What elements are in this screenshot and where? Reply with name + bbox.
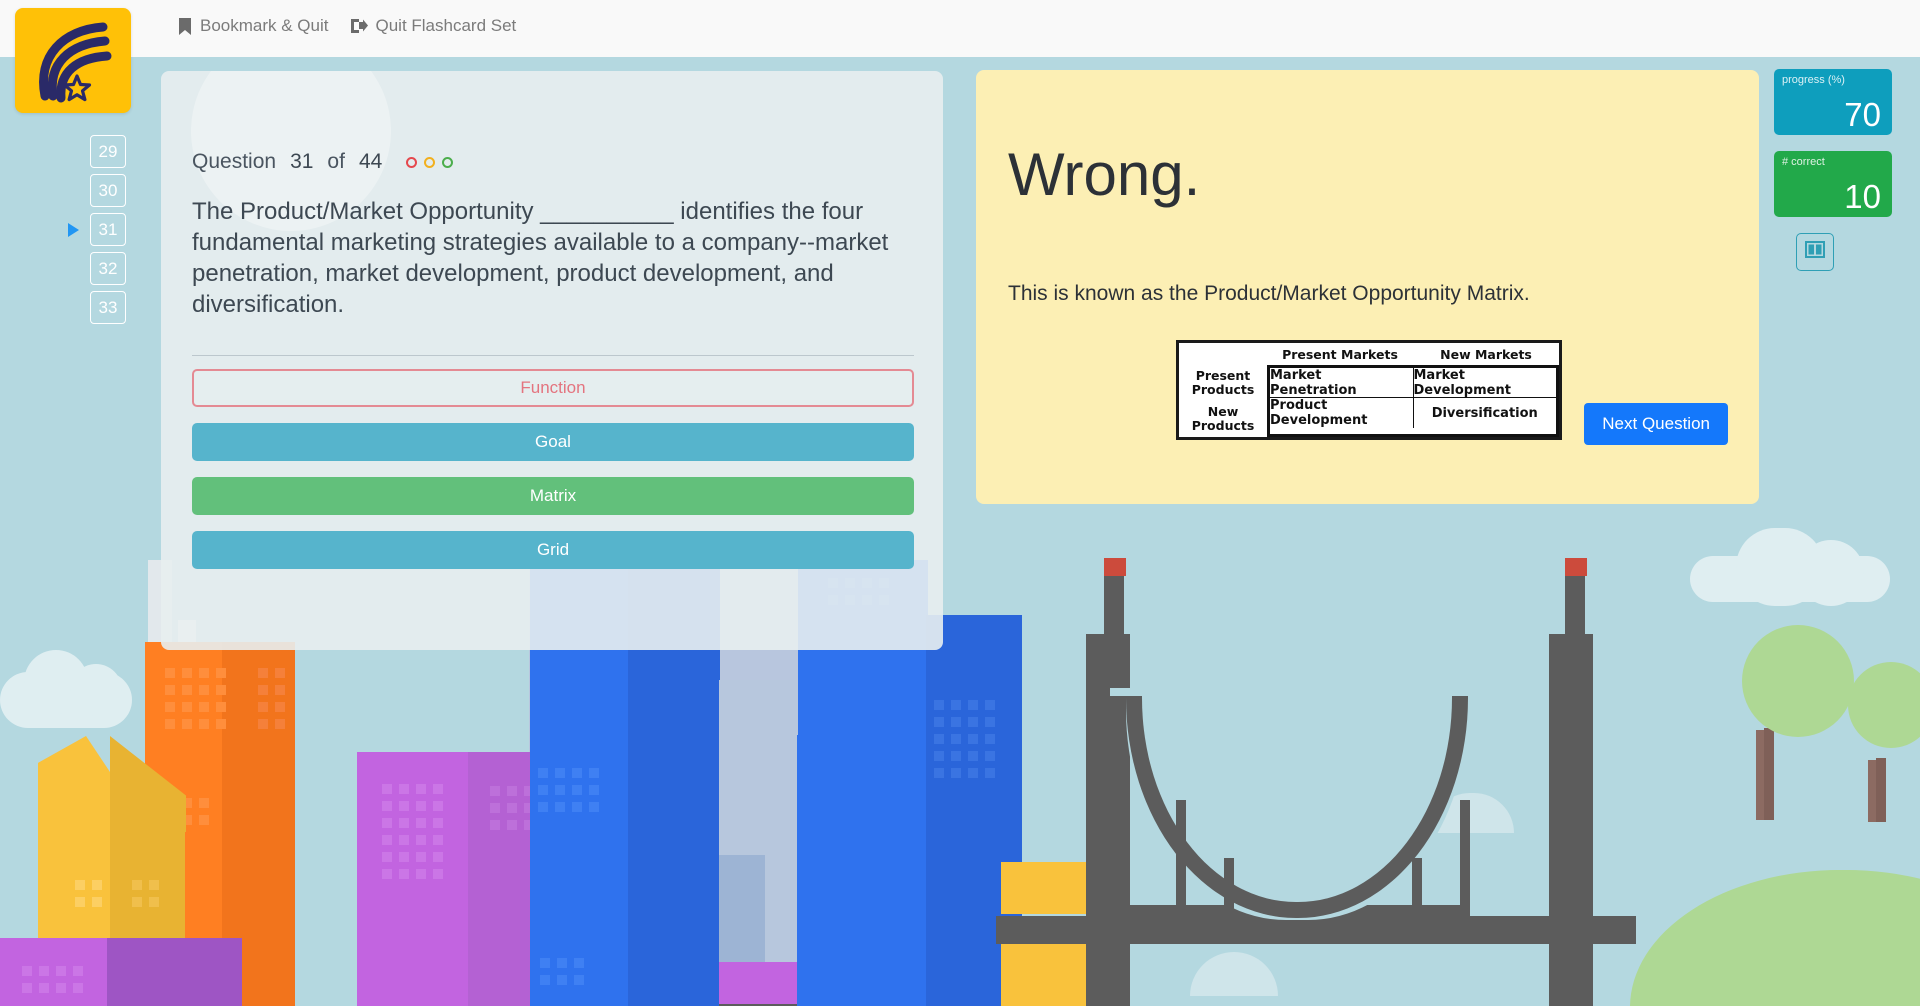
layout-toggle-button[interactable] [1796,233,1834,271]
question-index-item[interactable]: 32 [90,252,126,285]
question-divider [192,355,914,356]
question-index-item[interactable]: 29 [90,135,126,168]
question-meta: Question 31 of 44 [192,150,454,174]
status-dot-red [406,156,418,168]
matrix-column-header-row: Present Markets New Markets [1179,343,1559,365]
matrix-corner-spacer [1179,343,1267,365]
brand-logo[interactable] [15,8,131,113]
rail-row: 31 [68,213,126,246]
correct-count-caption: # correct [1782,156,1825,168]
matrix-col-header-present-markets: Present Markets [1282,347,1398,362]
rail-row: 30 [90,174,126,207]
status-dot-green [442,156,454,168]
matrix-row-header-line: Products [1191,418,1255,433]
status-dots [406,156,454,168]
columns-icon [1805,241,1825,263]
matrix-col-header-new-markets: New Markets [1440,347,1532,362]
question-total: 44 [358,150,383,173]
matrix-cell-diversification: Diversification [1431,405,1538,421]
quit-flashcard-set-link[interactable]: Quit Flashcard Set [350,16,517,36]
question-index-item[interactable]: 30 [90,174,126,207]
progress-stat-value: 70 [1844,96,1881,133]
feedback-title: Wrong. [1008,141,1201,208]
progress-stat-card[interactable]: progress (%) 70 [1774,69,1892,135]
feedback-card: Wrong. This is known as the Product/Mark… [976,70,1759,504]
question-index-item-current[interactable]: 31 [90,213,126,246]
matrix-row-header-line: New [1207,404,1239,419]
matrix-row: Product Development Diversification [1270,398,1556,428]
question-label: Question [192,150,277,173]
matrix-row-header-present-products: Present Products [1179,365,1267,401]
question-index-item[interactable]: 33 [90,291,126,324]
answer-option-goal[interactable]: Goal [192,423,914,461]
sign-out-icon [350,18,368,34]
brand-logo-mark [39,22,112,103]
correct-count-value: 10 [1844,178,1881,215]
matrix-cell-market-penetration: Market Penetration [1270,368,1414,398]
question-number: 31 [290,150,314,173]
next-question-button[interactable]: Next Question [1584,403,1728,445]
rail-row: 29 [90,135,126,168]
answer-option-grid[interactable]: Grid [192,531,914,569]
bookmark-and-quit-label: Bookmark & Quit [200,16,329,35]
bookmark-icon [178,17,192,35]
feedback-subtitle: This is known as the Product/Market Oppo… [1008,282,1530,305]
product-market-matrix-figure: Present Markets New Markets Present Prod… [1176,340,1562,440]
answer-options: Function Goal Matrix Grid [192,369,914,585]
matrix-row-labels: Present Products New Products [1179,365,1267,437]
nav-links: Bookmark & Quit Quit Flashcard Set [178,16,516,36]
matrix-row-header-line: Products [1191,382,1255,397]
status-dot-yellow [424,156,436,168]
matrix-row: Market Penetration Market Development [1270,368,1556,398]
matrix-body: Present Products New Products Market Pen… [1179,365,1559,437]
matrix-cell-product-development: Product Development [1270,398,1414,428]
matrix-cell-market-development: Market Development [1413,368,1556,398]
correct-count-stat-card[interactable]: # correct 10 [1774,151,1892,217]
answer-option-matrix[interactable]: Matrix [192,477,914,515]
question-index-rail: 29 30 31 32 33 [68,135,126,330]
rail-row: 32 [90,252,126,285]
quit-flashcard-set-label: Quit Flashcard Set [375,16,517,35]
rail-row: 33 [90,291,126,324]
current-question-marker-icon [68,223,79,237]
matrix-row-header-line: Present [1195,368,1251,383]
question-of-label: of [327,150,345,173]
matrix-cells: Market Penetration Market Development Pr… [1267,365,1559,437]
matrix-row-header-new-products: New Products [1179,401,1267,437]
question-text: The Product/Market Opportunity _________… [192,198,889,318]
stats-rail: progress (%) 70 # correct 10 [1774,69,1892,271]
progress-stat-caption: progress (%) [1782,74,1845,86]
bookmark-and-quit-link[interactable]: Bookmark & Quit [178,16,329,36]
top-navigation-bar: Bookmark & Quit Quit Flashcard Set [0,0,1920,57]
answer-option-function[interactable]: Function [192,369,914,407]
app-root: Bookmark & Quit Quit Flashcard Set 29 30… [0,0,1920,1006]
